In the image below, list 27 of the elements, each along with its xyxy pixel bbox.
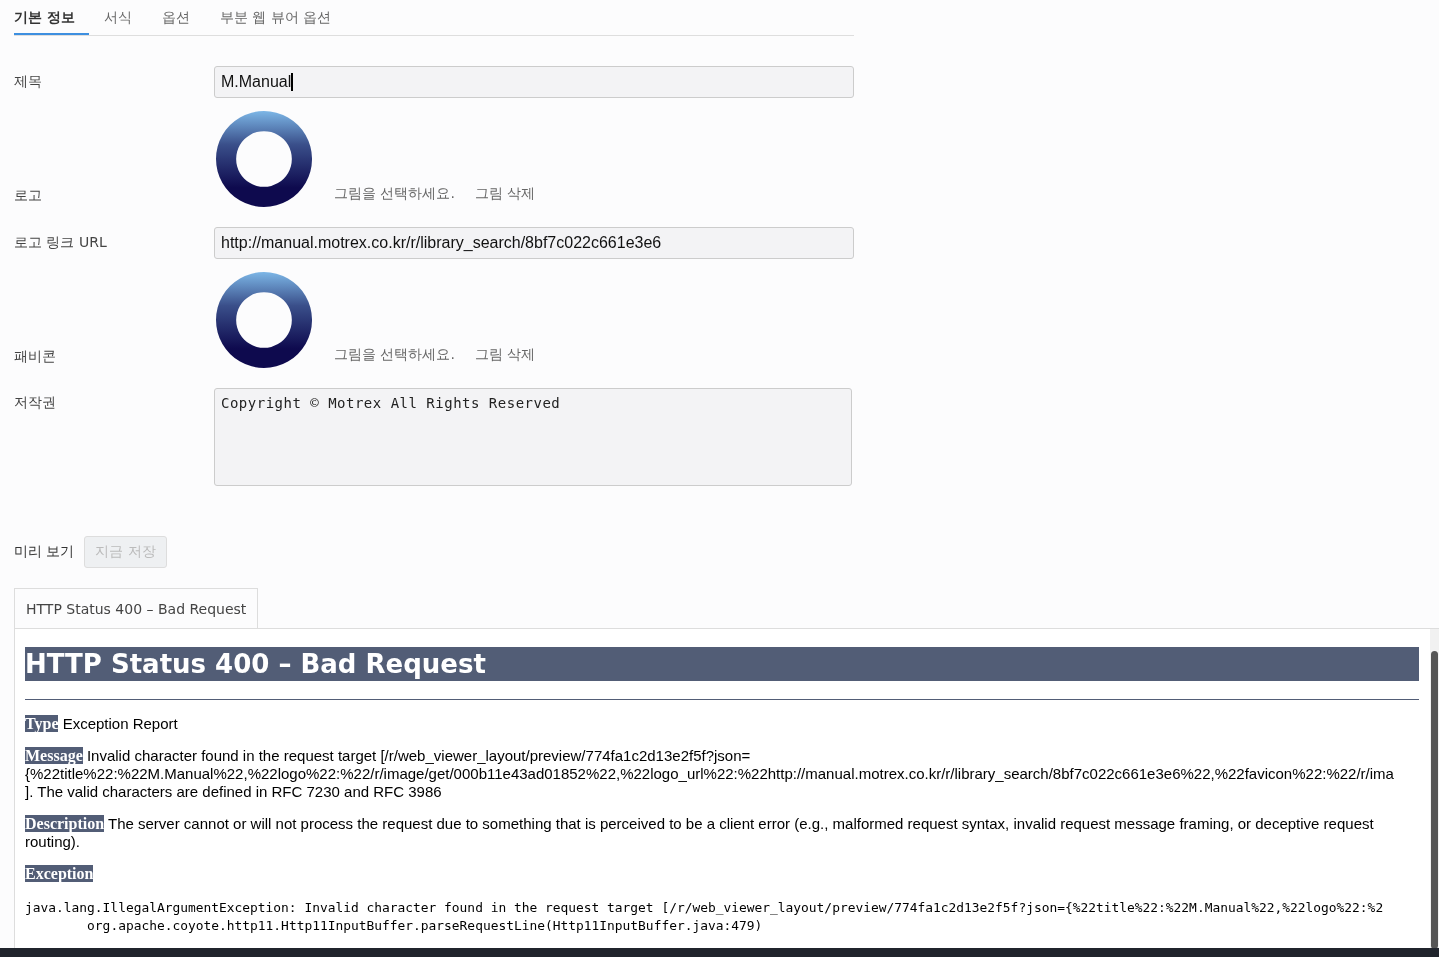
copyright-field[interactable]: Copyright © Motrex All Rights Reserved: [214, 388, 852, 486]
field-label: 저작권: [14, 393, 57, 412]
url-field[interactable]: http://manual.motrex.co.kr/r/library_search/8bf7c022c661e3e6: [214, 227, 854, 259]
error-heading: HTTP Status 400 – Bad Request: [25, 647, 1419, 681]
ring-logo-icon: [216, 272, 312, 368]
tab[interactable]: 부분 웹 뷰어 옵션: [204, 0, 347, 35]
tab[interactable]: 옵션: [146, 0, 205, 35]
field-label: 로고 링크 URL: [14, 234, 108, 252]
select-image-link[interactable]: 그림을 선택하세요.: [334, 185, 455, 207]
scrollbar[interactable]: [1430, 629, 1439, 949]
preview-label: 미리 보기: [14, 543, 75, 561]
type-text: Type Exception Report: [25, 715, 179, 733]
select-image-link[interactable]: 그림을 선택하세요.: [334, 346, 455, 368]
message-text: Message Invalid character found in the request target [/r/web_viewer_layout/preview/774fa1c2d13e2f5f?json= {%22title%22:%22M.Manual%22,%22logo%22:%22/r/image/get/000b11e43ad01852%22,%22logo_url%22:%22http://manual.motrex.co.kr/r/library_search/8bf7c022c661e3e6%22,%22favicon%22:%22/r/ima ]. The valid characters are defined in RFC 7230 and RFC 3986: [25, 747, 1395, 801]
tab[interactable]: 서식: [88, 0, 147, 35]
tab[interactable]: 기본 정보: [14, 0, 89, 35]
title-field[interactable]: M.Manual: [214, 66, 854, 98]
description-text: Description The server cannot or will not process the request due to something that is perceived to be a client error (e.g., malformed request syntax, invalid request message framing, or deceptive request routing).: [25, 815, 1375, 851]
field-label: 로고: [14, 187, 43, 205]
delete-image-link[interactable]: 그림 삭제: [474, 346, 536, 368]
stack-trace: java.lang.IllegalArgumentException: Invalid character found in the request target [/r/web_viewer_layout/preview/774fa1c2d13e2f5f?json={%22title%22:%22M.Manual%22,%22logo%22:%2 org.apache.coyote.http11.Http11InputBuffer.parseRequestLine(Http11InputBuffer.java:479): [25, 899, 1385, 935]
delete-image-link[interactable]: 그림 삭제: [474, 185, 536, 207]
field-label: 패비콘: [14, 348, 57, 366]
ring-logo-icon: [216, 111, 312, 207]
preview-tab[interactable]: HTTP Status 400 – Bad Request: [14, 588, 259, 629]
field-label: 제목: [14, 73, 43, 91]
exception-label: Exception: [25, 865, 94, 882]
